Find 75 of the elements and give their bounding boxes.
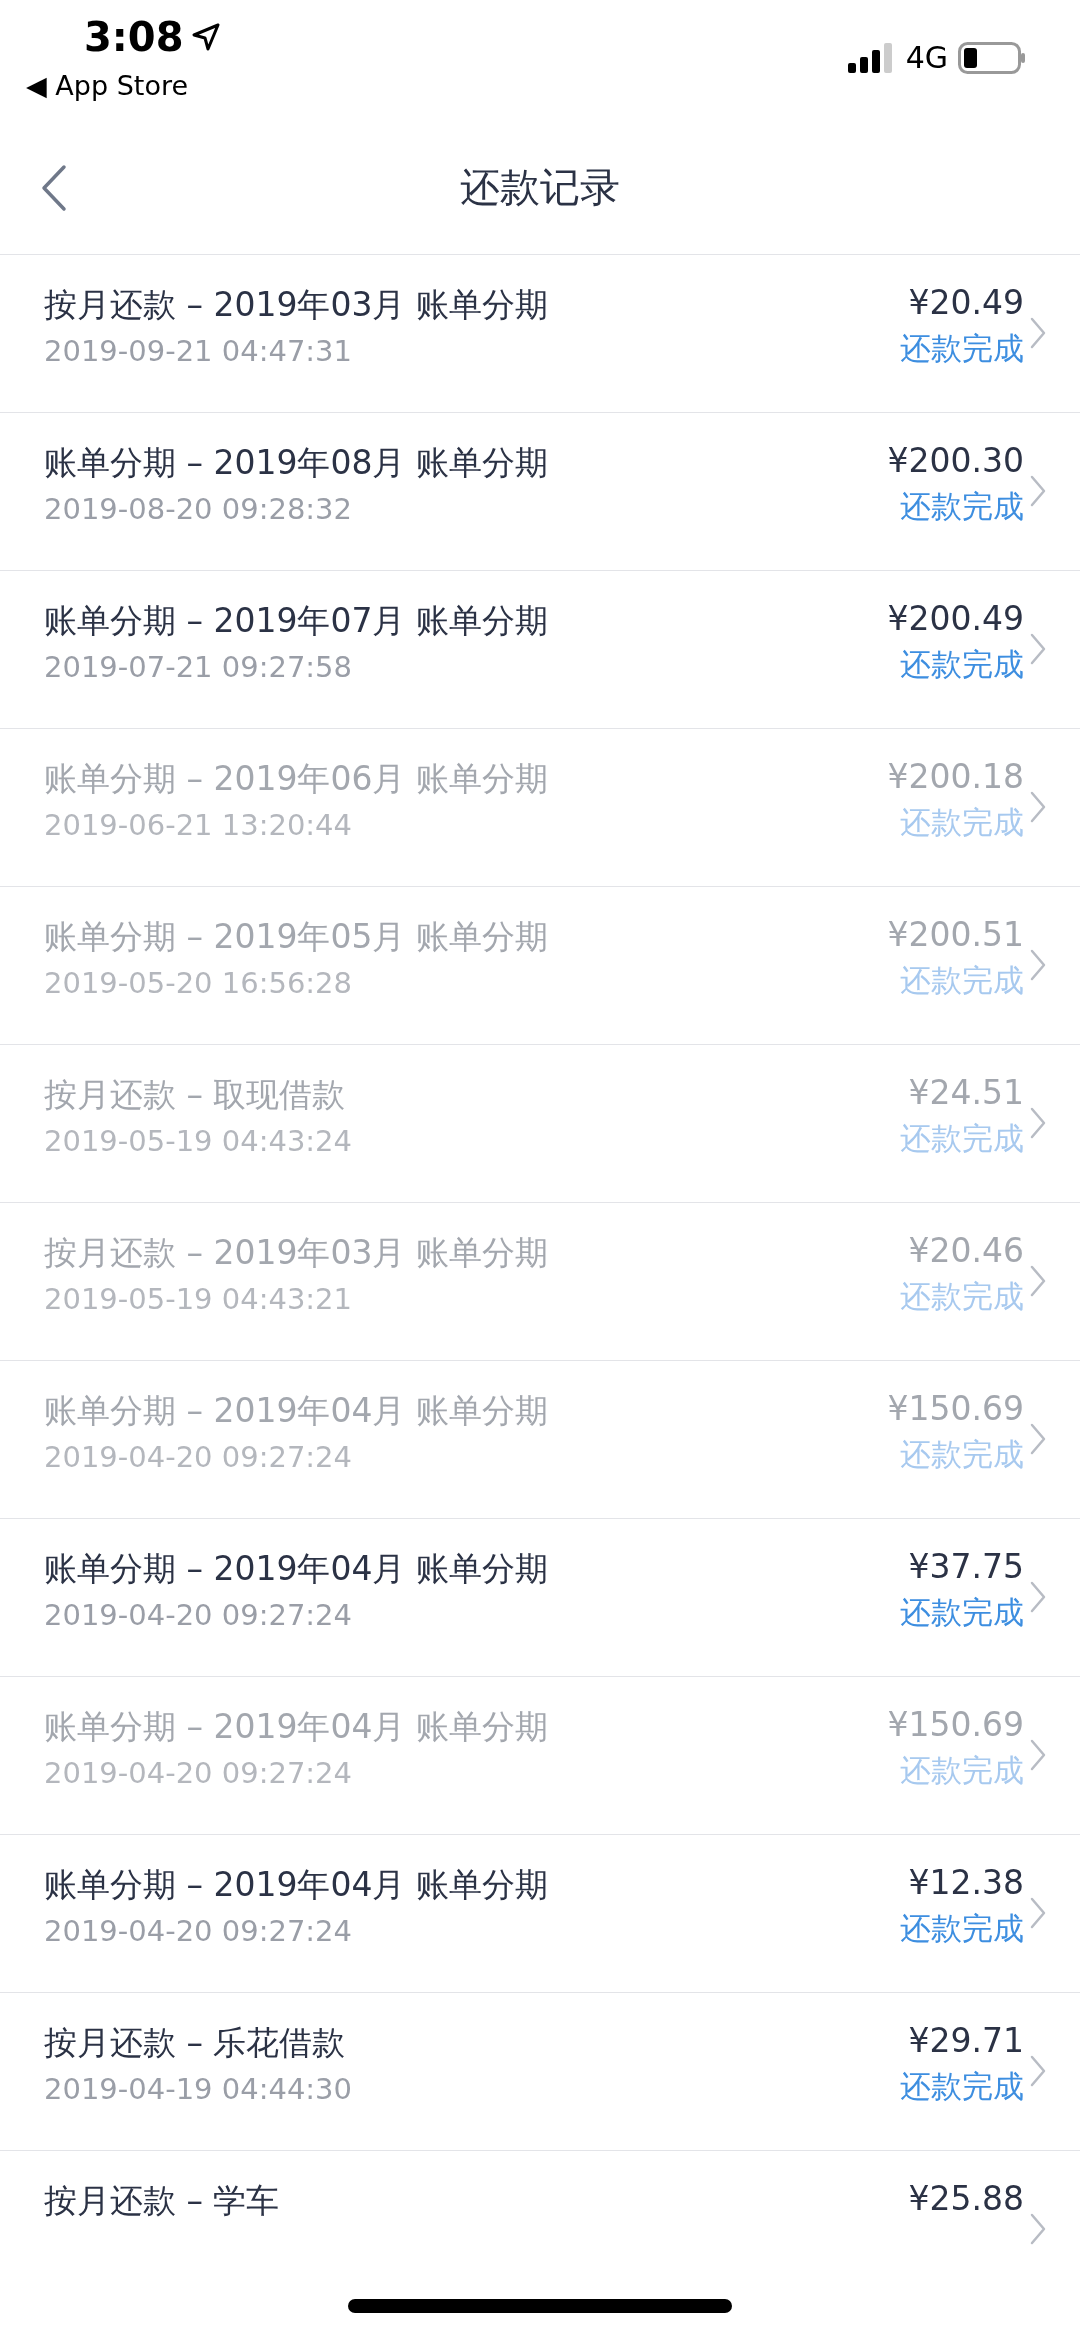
record-row[interactable]: 按月还款 – 乐花借款 2019-04-19 04:44:30 ¥29.71 还款完成 (0, 1993, 1080, 2151)
record-date: 2019-08-20 09:28:32 (44, 492, 353, 526)
record-date: 2019-04-20 09:27:24 (44, 1440, 353, 1474)
record-title: 按月还款 – 乐花借款 (44, 2022, 347, 2064)
chevron-icon (1030, 1897, 1046, 1929)
record-title: 按月还款 – 取现借款 (44, 1074, 347, 1116)
record-date: 2019-09-21 04:47:31 (44, 334, 353, 368)
record-date: 2019-04-20 09:27:24 (44, 1914, 353, 1948)
record-date: 2019-04-20 09:27:24 (44, 1598, 353, 1632)
record-status: 还款完成 (900, 645, 1024, 684)
chevron-icon (1030, 475, 1046, 507)
record-amount: ¥200.18 (887, 757, 1024, 796)
record-amount: ¥24.51 (908, 1073, 1024, 1112)
record-status: 还款完成 (900, 961, 1024, 1000)
record-title: 账单分期 – 2019年04月 账单分期 (44, 1390, 549, 1432)
chevron-icon (1030, 1581, 1046, 1613)
record-status: 还款完成 (900, 487, 1024, 526)
record-date: 2019-05-19 04:43:21 (44, 1282, 353, 1316)
record-amount: ¥20.49 (908, 283, 1024, 322)
chevron-icon (1030, 1107, 1046, 1139)
record-amount: ¥25.88 (908, 2179, 1024, 2218)
record-title: 按月还款 – 2019年03月 账单分期 (44, 1232, 549, 1274)
battery-icon (958, 41, 1026, 74)
record-date: 2019-07-21 09:27:58 (44, 650, 353, 684)
chevron-icon (1030, 1739, 1046, 1771)
record-amount: ¥200.51 (887, 915, 1024, 954)
chevron-icon (1030, 949, 1046, 981)
record-status: 还款完成 (900, 1909, 1024, 1948)
record-title: 按月还款 – 2019年03月 账单分期 (44, 284, 549, 326)
record-title: 账单分期 – 2019年04月 账单分期 (44, 1706, 549, 1748)
chevron-icon (1030, 2213, 1046, 2245)
record-status: 还款完成 (900, 1119, 1024, 1158)
record-status: 还款完成 (900, 1751, 1024, 1790)
clock-time: 3:08 (84, 14, 184, 60)
record-amount: ¥12.38 (908, 1863, 1024, 1902)
record-amount: ¥200.30 (887, 441, 1024, 480)
record-row[interactable]: 账单分期 – 2019年04月 账单分期 2019-04-20 09:27:24 ¥37.75 还款完成 (0, 1519, 1080, 1677)
record-title: 账单分期 – 2019年04月 账单分期 (44, 1548, 549, 1590)
record-title: 账单分期 – 2019年08月 账单分期 (44, 442, 549, 484)
record-row[interactable]: 账单分期 – 2019年08月 账单分期 2019-08-20 09:28:32 ¥200.30 还款完成 (0, 413, 1080, 571)
record-date: 2019-04-20 09:27:24 (44, 1756, 353, 1790)
record-row[interactable]: 账单分期 – 2019年04月 账单分期 2019-04-20 09:27:24 ¥12.38 还款完成 (0, 1835, 1080, 1993)
record-row[interactable]: 账单分期 – 2019年07月 账单分期 2019-07-21 09:27:58 ¥200.49 还款完成 (0, 571, 1080, 729)
chevron-icon (1030, 2055, 1046, 2087)
record-status: 还款完成 (900, 329, 1024, 368)
record-amount: ¥20.46 (908, 1231, 1024, 1270)
page-title: 还款记录 (460, 162, 620, 212)
record-amount: ¥37.75 (908, 1547, 1024, 1586)
record-status: 还款完成 (900, 1435, 1024, 1474)
record-title: 按月还款 – 学车 (44, 2180, 281, 2222)
record-amount: ¥29.71 (908, 2021, 1024, 2060)
record-amount: ¥150.69 (887, 1389, 1024, 1428)
record-date: 2019-04-19 04:44:30 (44, 2072, 353, 2106)
record-date: 2019-05-20 16:56:28 (44, 966, 353, 1000)
location-arrow-icon (191, 23, 220, 51)
chevron-icon (1030, 633, 1046, 665)
network-type: 4G (905, 40, 948, 75)
record-amount: ¥200.49 (887, 599, 1024, 638)
record-title: 账单分期 – 2019年04月 账单分期 (44, 1864, 549, 1906)
chevron-icon (1030, 1423, 1046, 1455)
record-title: 账单分期 – 2019年05月 账单分期 (44, 916, 549, 958)
record-date: 2019-06-21 13:20:44 (44, 808, 353, 842)
record-amount: ¥150.69 (887, 1705, 1024, 1744)
record-title: 账单分期 – 2019年07月 账单分期 (44, 600, 549, 642)
record-status: 还款完成 (900, 803, 1024, 842)
record-date: 2019-05-19 04:43:24 (44, 1124, 353, 1158)
back-to-app-link[interactable]: ◀ App Store (26, 70, 189, 101)
record-title: 账单分期 – 2019年06月 账单分期 (44, 758, 549, 800)
chevron-icon (1030, 791, 1046, 823)
chevron-icon (1030, 1265, 1046, 1297)
record-status: 还款完成 (900, 1593, 1024, 1632)
record-status: 还款完成 (900, 1277, 1024, 1316)
record-row[interactable]: 按月还款 – 2019年03月 账单分期 2019-09-21 04:47:31 ¥20.49 还款完成 (0, 255, 1080, 413)
chevron-icon (1030, 317, 1046, 349)
record-status: 还款完成 (900, 2067, 1024, 2106)
